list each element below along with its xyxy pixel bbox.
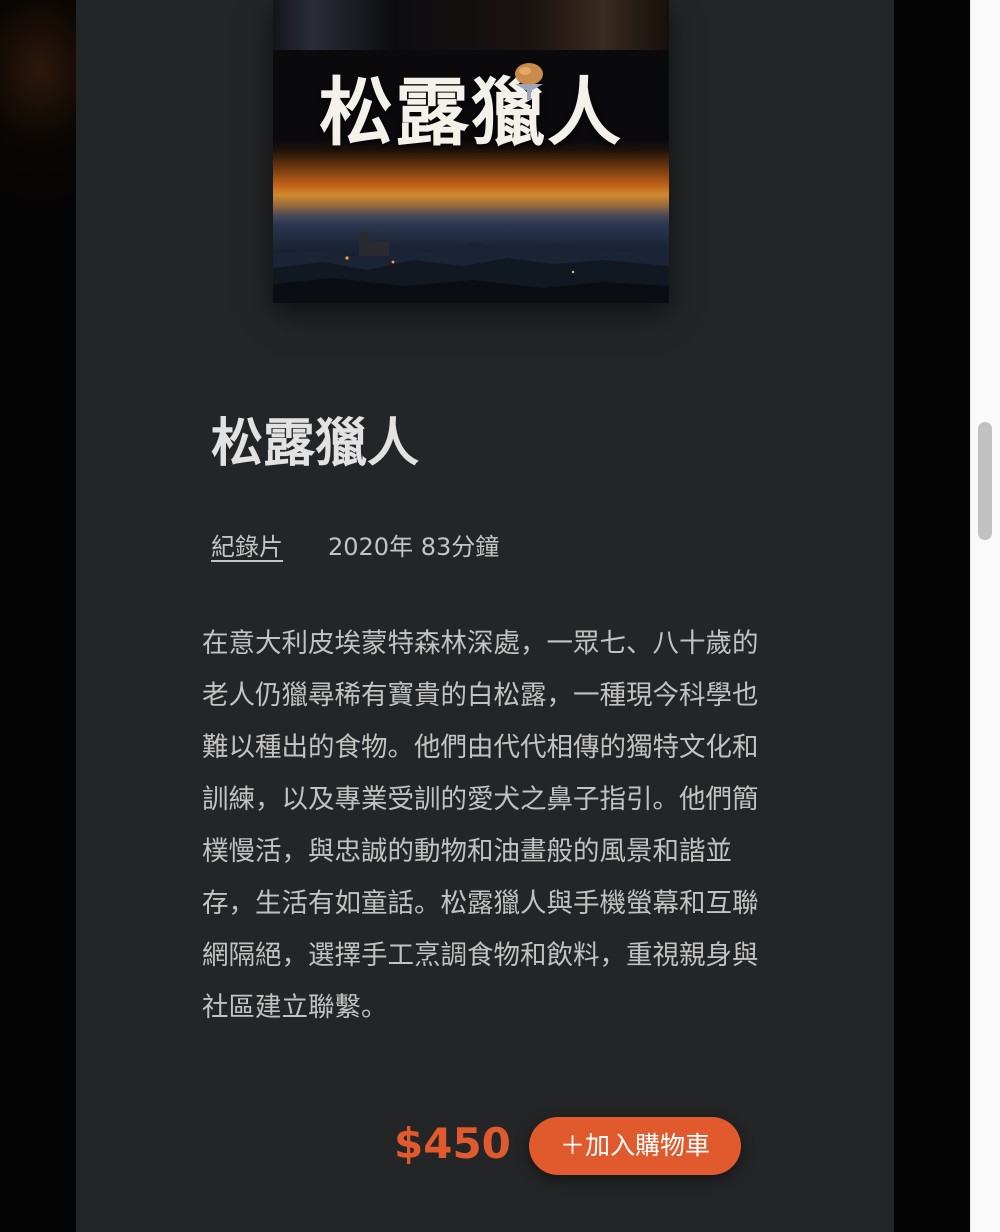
price-label: $450 — [394, 1119, 511, 1168]
movie-poster: 松露獵人 — [273, 0, 669, 303]
poster-photo-top — [273, 0, 669, 50]
product-description: 在意大利皮埃蒙特森林深處，一眾七、八十歲的老人仍獵尋稀有寶貴的白松露，一種現今科… — [202, 628, 759, 1023]
truffle-icon — [515, 63, 543, 100]
year-length-info: 2020年 83分鐘 — [328, 533, 500, 561]
scrollbar-track[interactable] — [970, 0, 1000, 1232]
product-title: 松露獵人 — [211, 414, 420, 474]
genre-link[interactable]: 紀錄片 — [211, 530, 283, 564]
add-to-cart-button[interactable]: ＋加入購物車 — [529, 1117, 741, 1175]
poster-title: 松露獵人 — [319, 70, 623, 156]
scrollbar-thumb[interactable] — [978, 422, 992, 540]
poster-landscape — [273, 232, 669, 303]
